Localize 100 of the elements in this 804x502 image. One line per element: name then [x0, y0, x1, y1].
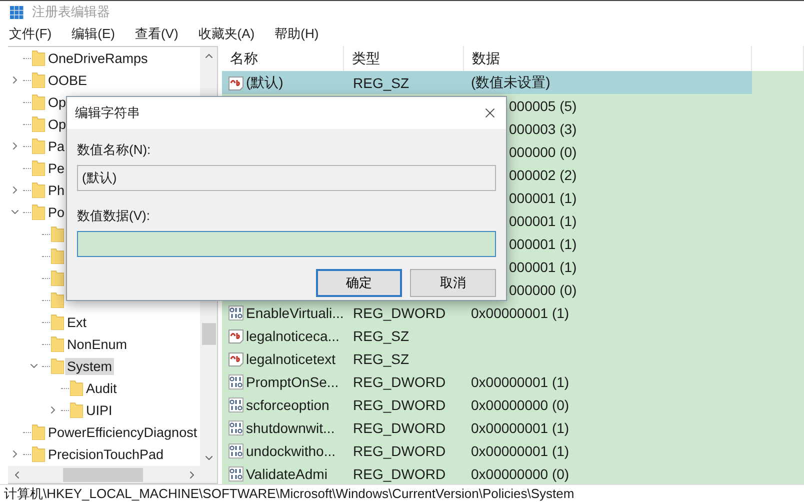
value-name: shutdownwit...: [246, 420, 335, 436]
value-name: undockwitho...: [246, 442, 336, 458]
value-row[interactable]: ValidateAdmi REG_DWORD 0x00000000 (0): [222, 462, 804, 484]
folder-icon: [32, 116, 45, 132]
folder-icon: [32, 72, 45, 88]
value-data: 000001 (1): [509, 212, 577, 228]
tree-item[interactable]: Pa: [46, 138, 67, 154]
value-row[interactable]: EnableVirtuali... REG_DWORD 0x00000001 (1): [222, 301, 804, 324]
menu-item[interactable]: 收藏夹(A): [193, 25, 260, 43]
tree-item[interactable]: OOBE: [46, 72, 90, 88]
window-title: 注册表编辑器: [32, 2, 110, 20]
folder-icon: [70, 380, 83, 396]
tree-item[interactable]: PowerEfficiencyDiagnost: [46, 424, 200, 440]
folder-icon: [32, 138, 45, 154]
folder-icon: [32, 160, 45, 176]
dialog-button[interactable]: 取消: [410, 269, 496, 297]
tree-item[interactable]: System: [65, 358, 114, 374]
document-icon: [228, 350, 244, 366]
value-data: 0x00000000 (0): [471, 466, 570, 482]
tree-item[interactable]: OneDriveRamps: [46, 50, 150, 66]
tree-item[interactable]: Op: [46, 94, 68, 110]
value-data: 0x00000001 (1): [471, 304, 570, 320]
value-data: 000003 (3): [509, 120, 577, 136]
folder-icon: [32, 424, 45, 440]
value-row[interactable]: undockwitho... REG_DWORD 0x00000001 (1): [222, 439, 804, 462]
tree-item[interactable]: Pe: [46, 160, 67, 176]
value-name: legalnoticetext: [246, 350, 336, 366]
folder-icon: [32, 182, 45, 198]
folder-icon[interactable]: [51, 248, 64, 264]
menu-item[interactable]: 帮助(H): [270, 25, 324, 43]
value-row[interactable]: scforceoption REG_DWORD 0x00000000 (0): [222, 393, 804, 416]
dialog-button[interactable]: 确定: [316, 269, 402, 297]
value-row[interactable]: shutdownwit... REG_DWORD 0x00000001 (1): [222, 416, 804, 439]
folder-icon[interactable]: [51, 292, 64, 308]
tree-item[interactable]: UIPI: [84, 402, 114, 418]
tree-item[interactable]: Audit: [84, 380, 119, 396]
value-data: 000001 (1): [509, 190, 577, 206]
tree-item[interactable]: Op: [46, 116, 68, 132]
value-type: REG_DWORD: [353, 304, 446, 320]
bits-icon: [228, 304, 244, 320]
value-row[interactable]: legalnoticetext REG_SZ: [222, 347, 804, 370]
column-header[interactable]: 名称: [222, 46, 344, 71]
value-type: REG_SZ: [353, 74, 410, 90]
column-header[interactable]: 数据: [464, 46, 752, 71]
bits-icon: [228, 374, 244, 390]
value-data: 0x00000001 (1): [471, 374, 570, 390]
value-name: PromptOnSe...: [246, 374, 339, 390]
value-data: 0x00000001 (1): [471, 420, 570, 436]
value-type: REG_DWORD: [353, 466, 446, 482]
bits-icon: [228, 396, 244, 412]
value-type: REG_DWORD: [353, 442, 446, 458]
key-path: 计算机\HKEY_LOCAL_MACHINE\SOFTWARE\Microsoft\Windows\CurrentVersion\Policies\System: [4, 484, 574, 502]
bits-icon: [228, 466, 244, 482]
scroll-thumb[interactable]: [202, 323, 216, 345]
tree-item[interactable]: NonEnum: [65, 336, 130, 352]
value-row[interactable]: PromptOnSe... REG_DWORD 0x00000001 (1): [222, 370, 804, 393]
app-icon: [10, 4, 24, 18]
document-icon: [228, 74, 244, 90]
value-data-field[interactable]: [77, 231, 496, 257]
value-data: (数值未设置): [471, 74, 550, 92]
folder-icon: [32, 94, 45, 110]
value-type: REG_SZ: [353, 350, 410, 366]
folder-icon: [51, 314, 64, 330]
value-name: EnableVirtuali...: [246, 304, 344, 320]
bits-icon: [228, 420, 244, 436]
value-type: REG_SZ: [353, 328, 410, 344]
tree-item[interactable]: Ext: [65, 314, 89, 330]
folder-icon: [32, 50, 45, 66]
value-name: scforceoption: [246, 396, 330, 412]
folder-icon: [32, 204, 45, 220]
folder-icon[interactable]: [51, 226, 64, 242]
value-row[interactable]: legalnoticeca... REG_SZ: [222, 324, 804, 347]
value-type: REG_DWORD: [353, 374, 446, 390]
bits-icon: [228, 442, 244, 458]
folder-icon: [70, 402, 83, 418]
folder-icon[interactable]: [51, 270, 64, 286]
value-type: REG_DWORD: [353, 420, 446, 436]
value-name: (默认): [246, 74, 284, 92]
dialog-title: 编辑字符串: [75, 104, 140, 122]
folder-icon: [32, 446, 45, 462]
menu-item[interactable]: 查看(V): [130, 25, 184, 43]
value-data: 0x00000000 (0): [471, 396, 570, 412]
column-header[interactable]: 类型: [344, 46, 464, 71]
value-name: legalnoticeca...: [246, 328, 340, 344]
value-data: 000000 (0): [509, 144, 577, 160]
value-data: 0x00000001 (1): [471, 442, 570, 458]
scroll-thumb[interactable]: [63, 468, 143, 482]
menu-item[interactable]: 文件(F): [4, 25, 57, 43]
menu-item[interactable]: 编辑(E): [66, 25, 120, 43]
tree-item[interactable]: Ph: [46, 182, 67, 198]
tree-item[interactable]: PrecisionTouchPad: [46, 446, 166, 462]
tree-item[interactable]: Po: [46, 204, 67, 220]
folder-icon: [51, 336, 64, 352]
value-data: 000001 (1): [509, 258, 577, 274]
value-name-field[interactable]: (默认): [77, 165, 496, 191]
document-icon: [228, 328, 244, 344]
field-label: 数值名称(N):: [77, 141, 152, 159]
value-type: REG_DWORD: [353, 396, 446, 412]
value-data: 000002 (2): [509, 166, 577, 182]
horizontal-scrollbar[interactable]: [8, 466, 217, 483]
